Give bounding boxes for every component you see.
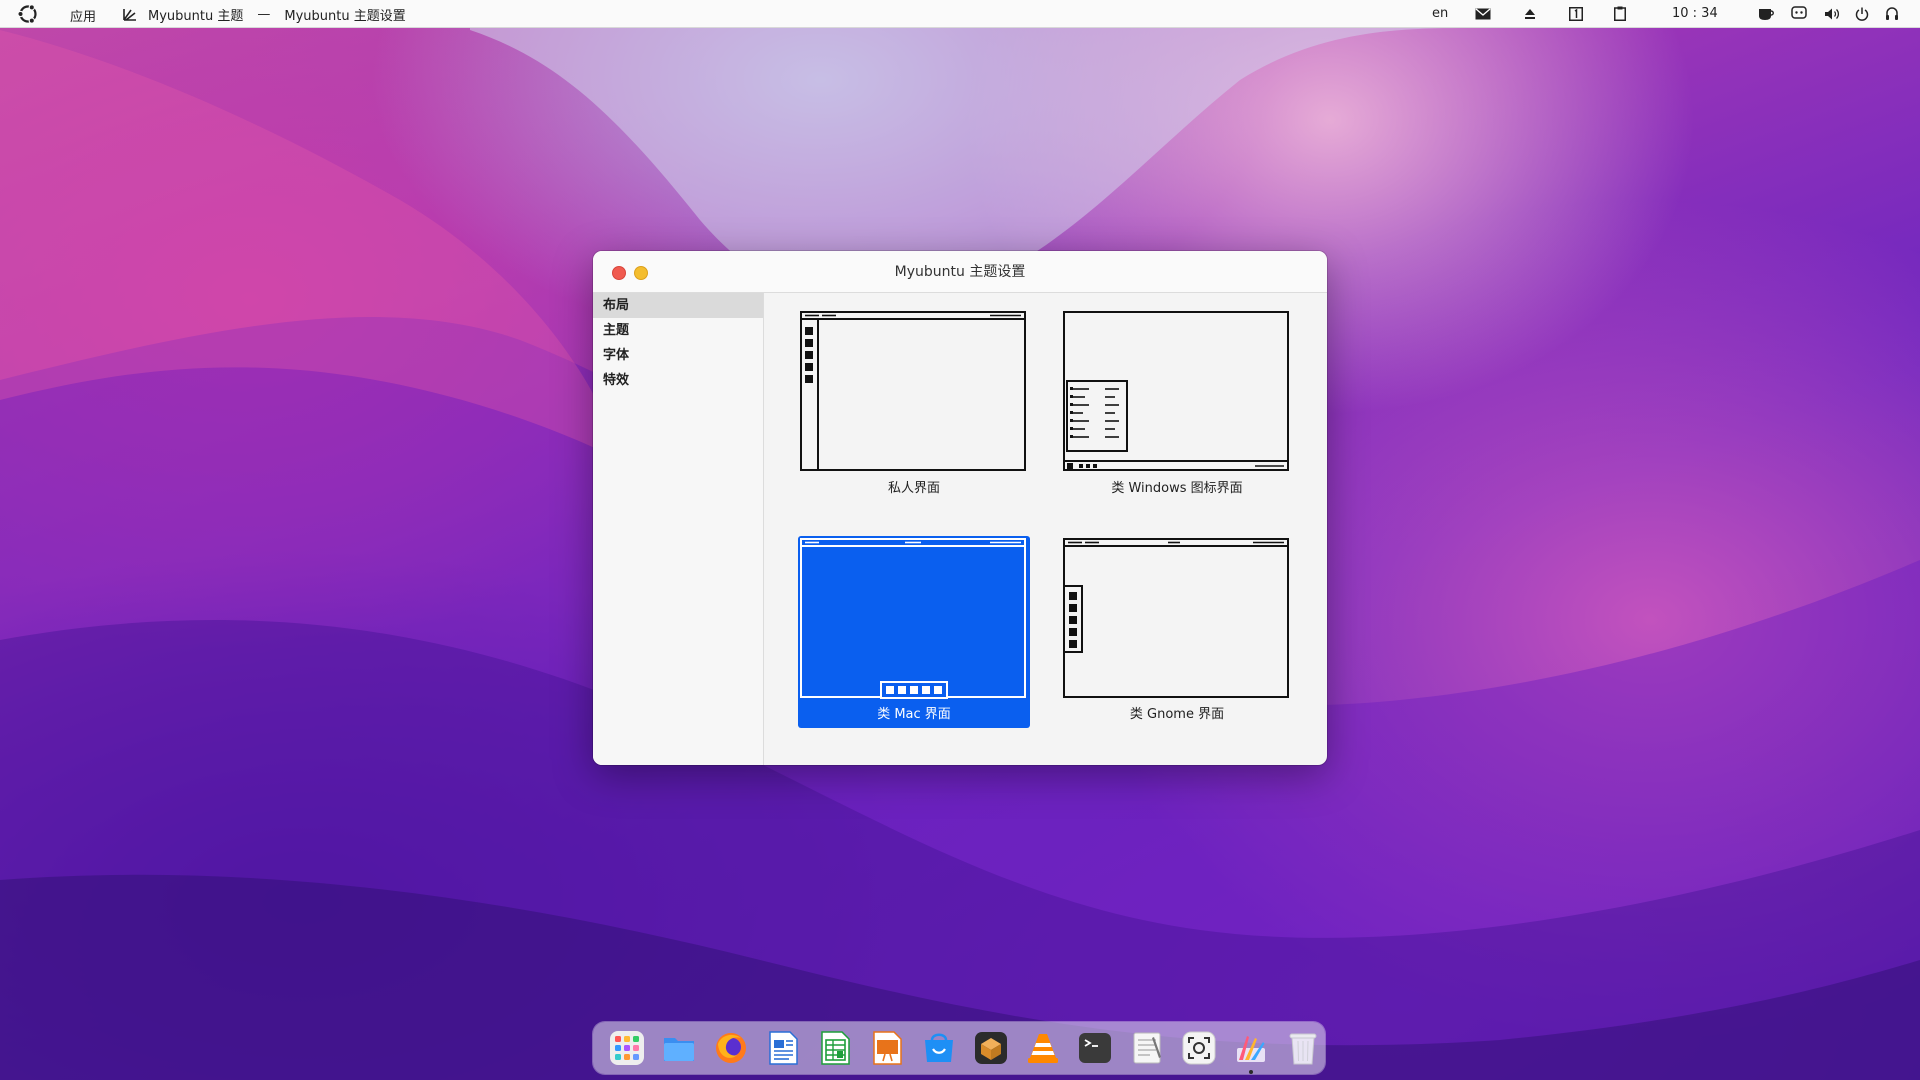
- workspace-indicator-icon[interactable]: [1569, 7, 1583, 21]
- windows-layout-preview: [1063, 311, 1289, 471]
- app-name: Myubuntu 主题: [148, 8, 244, 24]
- dock-app-terminal[interactable]: [1073, 1026, 1117, 1070]
- input-method-indicator[interactable]: en: [1432, 6, 1448, 21]
- ubuntu-logo-icon: [17, 3, 37, 24]
- theme-settings-window: Myubuntu 主题设置 布局 主题 字体 特效 私人界面 类 Windows…: [593, 251, 1327, 765]
- dock-app-text-editor[interactable]: [1125, 1026, 1169, 1070]
- dock: [593, 1022, 1325, 1074]
- theme-app-icon: [123, 9, 136, 21]
- layout-label: 类 Windows 图标界面: [1111, 481, 1243, 496]
- title-separator: —: [257, 6, 271, 22]
- notifications-icon[interactable]: [1885, 7, 1899, 21]
- mac-layout-preview: [800, 538, 1026, 699]
- layout-option-gnome[interactable]: 类 Gnome 界面: [1061, 536, 1293, 728]
- files-icon: [664, 1038, 694, 1061]
- window-titlebar[interactable]: Myubuntu 主题设置: [593, 251, 1327, 293]
- dock-app-files[interactable]: [657, 1026, 701, 1070]
- impress-icon: [873, 1031, 902, 1065]
- clipboard-icon[interactable]: [1614, 6, 1626, 21]
- sidebar-item-font[interactable]: 字体: [593, 343, 763, 368]
- dock-app-vlc[interactable]: [1021, 1026, 1065, 1070]
- mail-icon[interactable]: [1475, 8, 1491, 20]
- window-title: Myubuntu 主题设置: [894, 264, 1026, 280]
- layout-option-personal[interactable]: 私人界面: [798, 309, 1030, 501]
- dock-app-calc[interactable]: [813, 1026, 857, 1070]
- eject-icon[interactable]: [1524, 8, 1536, 20]
- apps-menu[interactable]: 应用: [70, 6, 96, 25]
- dock-app-archive[interactable]: [969, 1026, 1013, 1070]
- dock-app-theme-settings[interactable]: [1229, 1026, 1273, 1074]
- dock-app-screenshot[interactable]: [1177, 1026, 1221, 1070]
- writer-icon: [769, 1031, 798, 1065]
- layout-option-mac[interactable]: 类 Mac 界面: [798, 536, 1030, 728]
- ubuntu-menu-button[interactable]: [16, 0, 40, 28]
- volume-icon[interactable]: [1824, 7, 1840, 21]
- top-panel: 应用 Myubuntu 主题 — Myubuntu 主题设置 en 10 : 3…: [0, 0, 1920, 28]
- dock-app-impress[interactable]: [865, 1026, 909, 1070]
- dock-app-firefox[interactable]: [709, 1026, 753, 1070]
- theme-settings-icon: [1237, 1036, 1265, 1062]
- sidebar-item-effects[interactable]: 特效: [593, 368, 763, 393]
- layout-label: 私人界面: [887, 481, 940, 496]
- layout-label: 类 Mac 界面: [877, 707, 951, 722]
- text-editor-icon: [1133, 1032, 1161, 1064]
- app-menu[interactable]: Myubuntu 主题 — Myubuntu 主题设置: [122, 0, 406, 28]
- coffee-icon[interactable]: [1758, 7, 1774, 21]
- app-store-icon: [925, 1033, 953, 1062]
- vlc-icon: [1028, 1034, 1058, 1063]
- trash-icon: [1289, 1033, 1317, 1065]
- screenshot-icon: [1182, 1031, 1216, 1065]
- dock-app-launcher[interactable]: [605, 1026, 649, 1070]
- dock-app-trash[interactable]: [1281, 1026, 1325, 1070]
- sidebar-item-theme[interactable]: 主题: [593, 318, 763, 343]
- personal-layout-preview: [800, 311, 1026, 471]
- sidebar-item-layout[interactable]: 布局: [593, 293, 763, 318]
- dock-app-writer[interactable]: [761, 1026, 805, 1070]
- layout-option-windows[interactable]: 类 Windows 图标界面: [1061, 309, 1293, 501]
- power-icon[interactable]: [1855, 7, 1869, 21]
- layout-options: 私人界面 类 Windows 图标界面 类 Mac 界面 类 Gnome 界面: [764, 293, 1327, 765]
- dock-app-store[interactable]: [917, 1026, 961, 1070]
- chat-icon[interactable]: [1791, 6, 1807, 21]
- layout-label: 类 Gnome 界面: [1129, 707, 1225, 722]
- active-window-name: Myubuntu 主题设置: [284, 8, 406, 24]
- terminal-icon: [1079, 1033, 1111, 1063]
- launcher-icon: [610, 1031, 644, 1065]
- firefox-icon: [716, 1033, 746, 1063]
- running-indicator: [1249, 1070, 1253, 1074]
- archive-icon: [975, 1032, 1007, 1064]
- calc-icon: [821, 1031, 850, 1065]
- gnome-layout-preview: [1063, 538, 1289, 698]
- clock[interactable]: 10 : 34: [1672, 6, 1718, 21]
- settings-sidebar: 布局 主题 字体 特效: [593, 293, 764, 765]
